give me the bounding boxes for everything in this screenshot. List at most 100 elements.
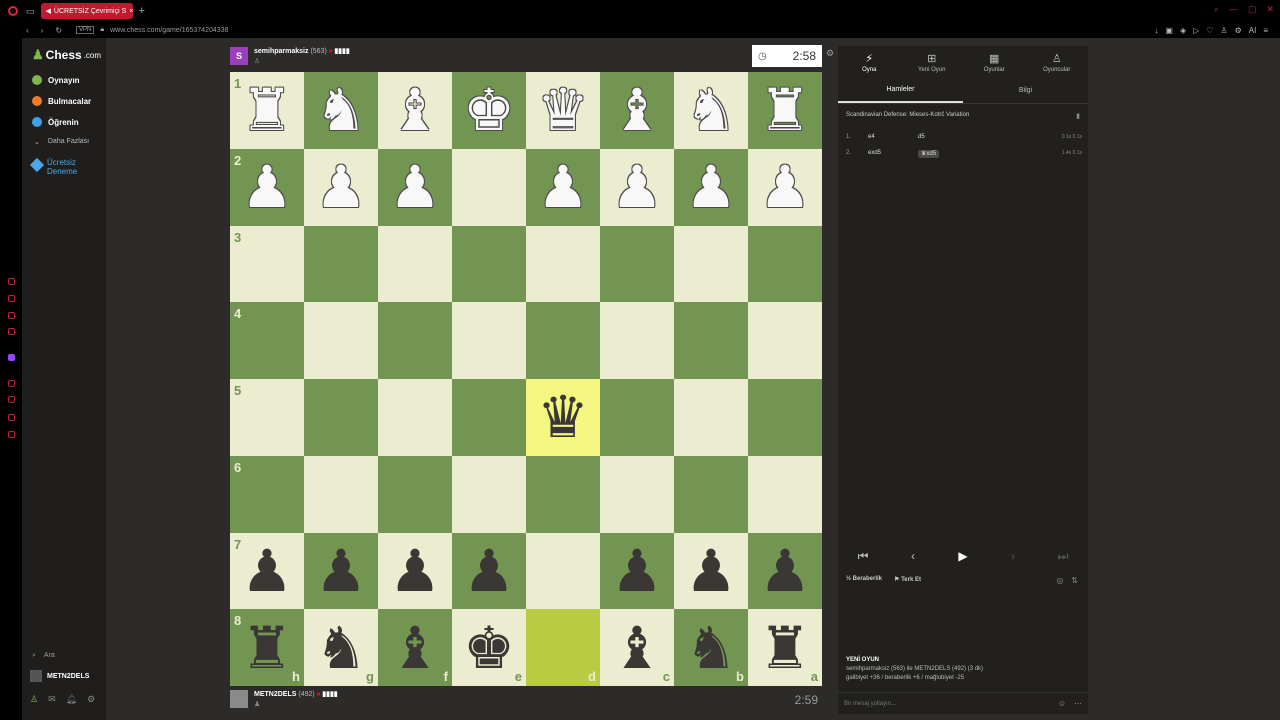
board-square[interactable]: ♟	[600, 148, 674, 226]
board-square[interactable]	[304, 379, 378, 456]
board-square[interactable]: a ♜	[748, 609, 822, 686]
nav-item-more[interactable]: ⌄ Daha Fazlası	[34, 138, 89, 146]
board-square[interactable]	[526, 455, 600, 533]
play-icon[interactable]: ▶	[938, 544, 988, 568]
board-square[interactable]	[378, 302, 452, 379]
white-pawn-piece[interactable]: ♟	[759, 158, 811, 216]
first-move-icon[interactable]: ⏮	[838, 544, 888, 568]
board-square[interactable]: ♟	[600, 532, 674, 610]
board-square[interactable]	[452, 455, 526, 533]
board-square[interactable]	[674, 455, 748, 533]
white-rook-piece[interactable]: ♜	[759, 81, 811, 139]
chess-board[interactable]: 1 ♜ ♞ ♝ ♚ ♛ ♝ ♞ ♜ 2 ♟ ♟ ♟ ♟ ♟ ♟ ♟ 3 4 5 ♛ 6 7 ♟ ♟ ♟ ♟ ♟ ♟ ♟ 8 h ♜ g ♞ f ♝ e ♚ d…	[230, 72, 822, 686]
draw-button[interactable]: ½ Beraberlik	[846, 576, 882, 583]
tab-menu-icon[interactable]: ▭	[26, 6, 35, 17]
black-pawn-piece[interactable]: ♟	[611, 542, 663, 600]
board-square[interactable]: 8 h ♜	[230, 609, 304, 686]
board-square[interactable]	[600, 455, 674, 533]
black-knight-piece[interactable]: ♞	[685, 619, 737, 677]
browser-tab-active[interactable]: ◀ ÜCRETSİZ Çevrimiçi S ×	[40, 3, 133, 19]
board-square[interactable]: 2 ♟	[230, 148, 304, 226]
settings-icon[interactable]: ⚙	[87, 694, 95, 705]
tab-players[interactable]: ♙ Oyuncular	[1026, 46, 1089, 78]
board-square[interactable]: 5	[230, 379, 304, 456]
book-icon[interactable]: ▮	[1076, 112, 1080, 120]
black-pawn-piece[interactable]: ♟	[241, 542, 293, 600]
nav-item-free-trial[interactable]: Ücretsiz Deneme	[29, 157, 87, 176]
board-square[interactable]: d	[526, 609, 600, 686]
board-square[interactable]	[304, 455, 378, 533]
board-square[interactable]: e ♚	[452, 609, 526, 686]
board-square[interactable]: ♟	[674, 532, 748, 610]
board-square[interactable]: ♟	[378, 148, 452, 226]
board-square[interactable]	[748, 302, 822, 379]
board-square[interactable]: c ♝	[600, 609, 674, 686]
board-square[interactable]: ♟	[304, 148, 378, 226]
board-square[interactable]: 1 ♜	[230, 72, 304, 149]
board-square[interactable]: 4	[230, 302, 304, 379]
white-pawn-piece[interactable]: ♟	[537, 158, 589, 216]
lock-icon[interactable]: 🔒︎	[100, 26, 104, 34]
chess-logo[interactable]: ♟ Chess .com	[32, 47, 101, 63]
download-icon[interactable]: ↓	[1154, 26, 1158, 35]
black-bishop-piece[interactable]: ♝	[611, 619, 663, 677]
board-square[interactable]	[304, 302, 378, 379]
board-square[interactable]	[378, 379, 452, 456]
reload-icon[interactable]: ↻	[55, 26, 62, 35]
nav-user[interactable]: METN2DELS	[30, 670, 89, 682]
sidebar-app-icon[interactable]	[8, 396, 15, 403]
twitch-icon[interactable]	[8, 354, 15, 361]
board-square[interactable]	[600, 379, 674, 456]
minimize-icon[interactable]: —	[1229, 4, 1238, 15]
board-square[interactable]	[452, 302, 526, 379]
move-white[interactable]: e4	[868, 134, 918, 140]
analysis-icon[interactable]: ◎	[1056, 576, 1063, 585]
board-settings-icon[interactable]: ⚙	[826, 48, 834, 59]
board-square[interactable]: ♟	[304, 532, 378, 610]
board-square[interactable]: ♟	[378, 532, 452, 610]
board-square[interactable]: ♜	[748, 72, 822, 149]
menu-icon[interactable]: ≡	[1263, 26, 1268, 35]
white-king-piece[interactable]: ♚	[463, 81, 515, 139]
heart-icon[interactable]: ♡	[1206, 26, 1213, 35]
board-square[interactable]	[748, 225, 822, 303]
ai-button[interactable]: AI	[1249, 26, 1257, 35]
move-black[interactable]: d5	[918, 134, 968, 140]
opera-logo-icon[interactable]	[8, 6, 18, 16]
black-king-piece[interactable]: ♚	[463, 619, 515, 677]
sidebar-app-icon[interactable]	[8, 278, 15, 285]
tab-close-icon[interactable]: ×	[129, 8, 132, 15]
resign-button[interactable]: ⚑ Terk Et	[894, 576, 921, 583]
player-name[interactable]: semihparmaksiz	[254, 48, 308, 55]
sidebar-app-icon[interactable]	[8, 295, 15, 302]
board-square[interactable]	[600, 225, 674, 303]
board-square[interactable]: ♟	[748, 148, 822, 226]
search-tabs-icon[interactable]: ⌕	[1214, 4, 1219, 15]
shield-icon[interactable]: ◈	[1180, 26, 1186, 35]
back-icon[interactable]: ‹	[26, 26, 29, 35]
avatar[interactable]: S	[230, 47, 248, 65]
black-rook-piece[interactable]: ♜	[759, 619, 811, 677]
board-square[interactable]: ♟	[674, 148, 748, 226]
maximize-icon[interactable]: ▢	[1248, 4, 1257, 15]
white-pawn-piece[interactable]: ♟	[611, 158, 663, 216]
tab-play[interactable]: ⚡︎ Oyna	[838, 46, 901, 78]
notifications-icon[interactable]: 🔔︎	[66, 694, 77, 705]
board-square[interactable]	[674, 302, 748, 379]
tab-moves[interactable]: Hamleler	[838, 78, 963, 103]
tab-games[interactable]: ▦ Oyunlar	[963, 46, 1026, 78]
board-square[interactable]: ♝	[600, 72, 674, 149]
vpn-badge[interactable]: VPN	[76, 26, 95, 34]
url-field[interactable]: www.chess.com/game/165374204338	[110, 27, 228, 34]
board-square[interactable]	[526, 225, 600, 303]
next-move-icon[interactable]: ›	[988, 544, 1038, 568]
board-square[interactable]: 7 ♟	[230, 532, 304, 610]
close-window-icon[interactable]: ✕	[1266, 4, 1274, 15]
board-square[interactable]: 3	[230, 225, 304, 303]
white-pawn-piece[interactable]: ♟	[241, 158, 293, 216]
board-square[interactable]: ♚	[452, 72, 526, 149]
board-square[interactable]: 6	[230, 455, 304, 533]
board-square[interactable]	[452, 225, 526, 303]
sidebar-app-icon[interactable]	[8, 328, 15, 335]
sidebar-app-icon[interactable]	[8, 312, 15, 319]
